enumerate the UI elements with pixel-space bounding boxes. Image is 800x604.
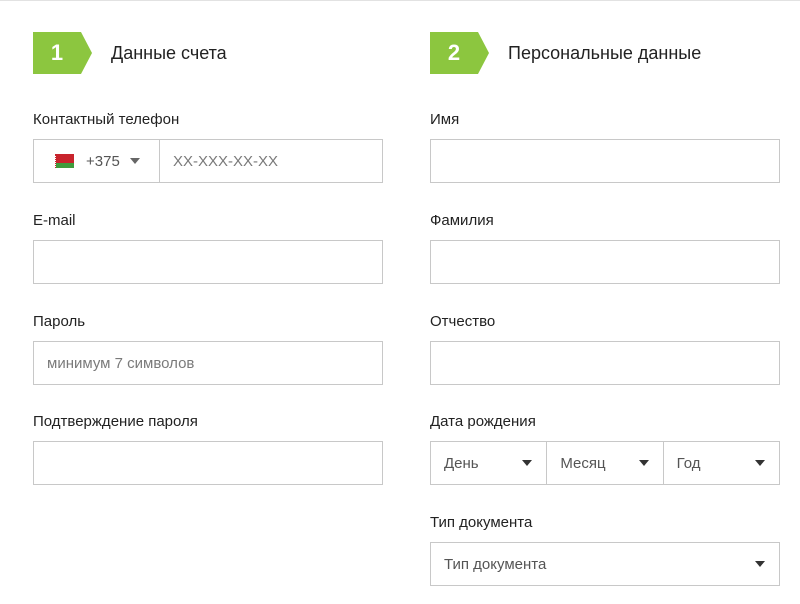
password-confirm-input[interactable] bbox=[33, 441, 383, 485]
last-name-label: Фамилия bbox=[430, 212, 494, 229]
phone-input[interactable]: XX-XXX-XX-XX bbox=[160, 153, 382, 170]
chevron-down-icon bbox=[638, 460, 649, 466]
chevron-down-icon bbox=[754, 460, 765, 466]
first-name-input[interactable] bbox=[430, 139, 780, 183]
month-select-value: Месяц bbox=[560, 454, 606, 472]
last-name-input[interactable] bbox=[430, 240, 780, 284]
document-type-label: Тип документа bbox=[430, 514, 533, 531]
password-label: Пароль bbox=[33, 313, 86, 330]
step-badge-1: 1 bbox=[33, 32, 93, 74]
phone-field: Контактный телефон +375 XX-XXX-XX-XX bbox=[33, 110, 383, 183]
year-select-value: Год bbox=[676, 454, 701, 472]
step-badge-2: 2 bbox=[430, 32, 490, 74]
phone-label: Контактный телефон bbox=[33, 111, 180, 128]
password-confirm-field: Подтверждение пароля bbox=[33, 412, 383, 485]
email-label: E-mail bbox=[33, 212, 76, 229]
top-divider bbox=[0, 0, 800, 1]
document-type-select[interactable]: Тип документа bbox=[430, 542, 780, 586]
month-select[interactable]: Месяц bbox=[547, 442, 664, 484]
chevron-down-icon bbox=[129, 158, 140, 164]
password-field: Пароль минимум 7 символов bbox=[33, 312, 383, 385]
birth-date-selects: День Месяц Год bbox=[430, 441, 780, 485]
password-input[interactable]: минимум 7 символов bbox=[33, 341, 383, 385]
document-type-value: Тип документа bbox=[444, 555, 547, 573]
country-code-value: +375 bbox=[86, 152, 120, 170]
first-name-field: Имя bbox=[430, 110, 780, 183]
year-select[interactable]: Год bbox=[664, 442, 779, 484]
email-input[interactable] bbox=[33, 240, 383, 284]
chevron-down-icon bbox=[522, 460, 533, 466]
step-number: 1 bbox=[50, 40, 64, 65]
day-select-value: День bbox=[444, 454, 479, 472]
step-2: 2 Персональные данные bbox=[430, 32, 701, 74]
belarus-flag-icon bbox=[52, 154, 74, 168]
phone-input-group: +375 XX-XXX-XX-XX bbox=[33, 139, 383, 183]
last-name-field: Фамилия bbox=[430, 211, 780, 284]
email-field: E-mail bbox=[33, 211, 383, 284]
country-code-select[interactable]: +375 bbox=[34, 140, 160, 182]
first-name-label: Имя bbox=[430, 111, 460, 128]
middle-name-input[interactable] bbox=[430, 341, 780, 385]
document-type-field: Тип документа Тип документа bbox=[430, 513, 780, 586]
step-1: 1 Данные счета bbox=[33, 32, 227, 74]
step-number: 2 bbox=[447, 40, 461, 65]
password-confirm-label: Подтверждение пароля bbox=[33, 413, 198, 430]
chevron-down-icon bbox=[755, 561, 765, 567]
middle-name-field: Отчество bbox=[430, 312, 780, 385]
day-select[interactable]: День bbox=[431, 442, 548, 484]
step-title: Персональные данные bbox=[508, 42, 702, 63]
password-placeholder: минимум 7 символов bbox=[47, 354, 195, 372]
middle-name-label: Отчество bbox=[430, 313, 496, 330]
step-title: Данные счета bbox=[111, 42, 227, 63]
birth-date-label: Дата рождения bbox=[430, 413, 536, 430]
birth-date-field: Дата рождения День Месяц Год bbox=[430, 412, 780, 485]
